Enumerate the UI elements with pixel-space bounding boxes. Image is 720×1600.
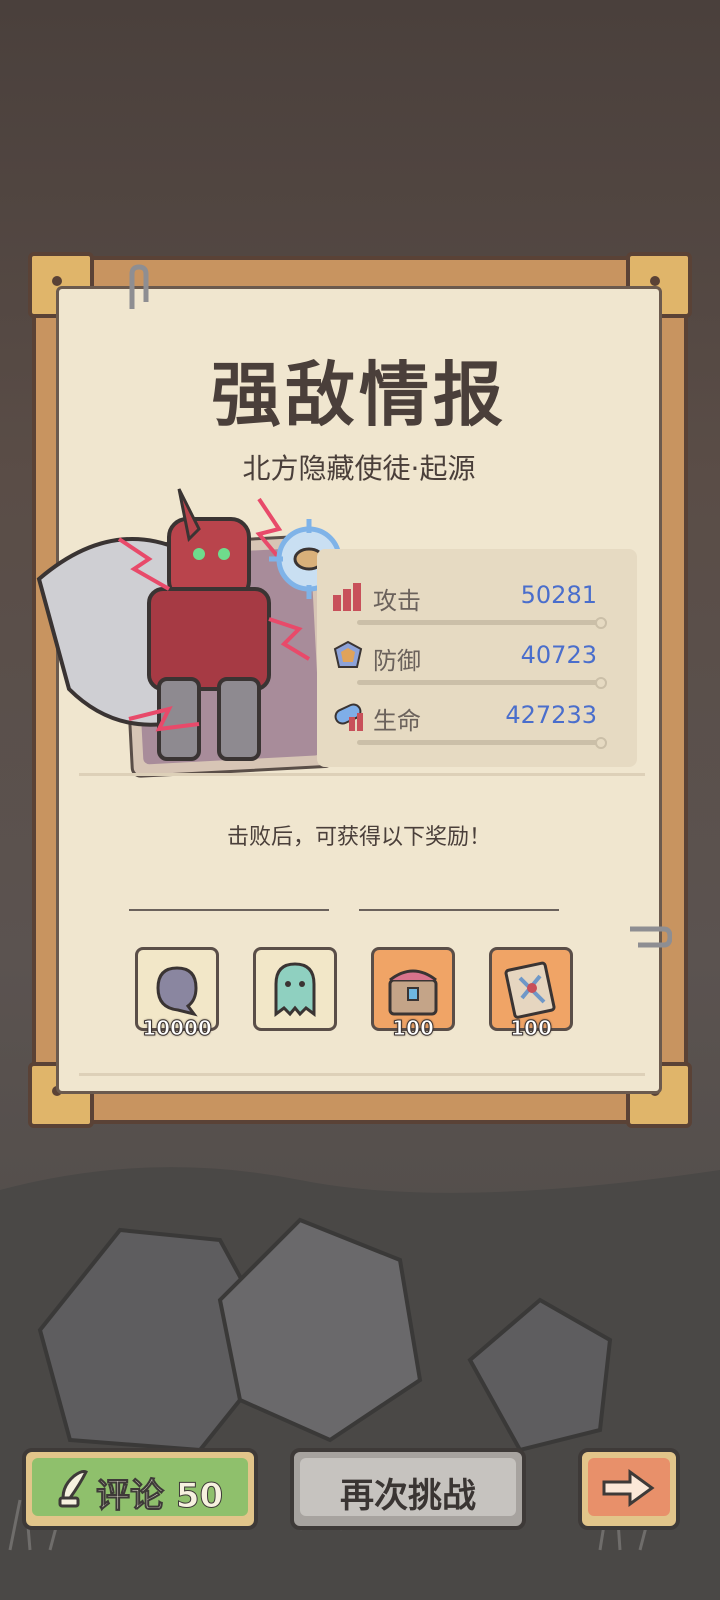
stat-attack: 攻击 50281 (317, 569, 637, 629)
retry-button-label: 再次挑战 (340, 1476, 476, 1516)
paper-clip-icon (630, 926, 672, 948)
health-stat-icon (334, 703, 363, 731)
comment-button-label: 评论 50 (96, 1476, 224, 1517)
arrow-right-icon (602, 1469, 655, 1507)
retry-button[interactable]: 再次挑战 (290, 1448, 526, 1530)
stat-value: 427233 (505, 701, 597, 729)
reward-count: 10000 (142, 1016, 213, 1041)
reward-underline (129, 909, 329, 911)
rocky-background (0, 1167, 720, 1600)
panel-title: 强敌情报 (211, 354, 507, 436)
purple-soul-icon (156, 966, 198, 1017)
blueprint-scroll-icon (504, 961, 556, 1019)
comment-button[interactable]: 评论 50 (22, 1448, 258, 1530)
section-divider (79, 1073, 645, 1076)
section-divider (79, 773, 645, 776)
treasure-chest-icon (388, 969, 438, 1016)
defense-stat-icon (333, 640, 363, 668)
reward-count: 100 (392, 1016, 435, 1041)
reward-slot-1[interactable]: 10000 (135, 947, 219, 1041)
reward-underline (359, 909, 559, 911)
reward-slot-4[interactable]: 100 (489, 947, 573, 1041)
stat-label: 生命 (373, 707, 421, 735)
reward-count: 100 (510, 1016, 553, 1041)
enemy-info-board: 强敌情报 北方隐藏使徒·起源 攻击 50281 防御 40723 生命 4272… (28, 252, 692, 1128)
enemy-robot-image (36, 488, 311, 761)
reward-caption: 击败后，可获得以下奖励！ (226, 825, 491, 850)
stat-value: 40723 (520, 641, 597, 669)
attack-stat-icon (333, 583, 361, 611)
info-paper: 强敌情报 北方隐藏使徒·起源 攻击 50281 防御 40723 生命 4272… (36, 286, 662, 1094)
reward-slot-3[interactable]: 100 (371, 947, 455, 1041)
stat-defense: 防御 40723 (317, 629, 637, 689)
stat-health: 生命 427233 (317, 689, 637, 749)
next-button[interactable] (578, 1448, 680, 1530)
stat-value: 50281 (520, 581, 597, 609)
paper-clip-icon (129, 264, 149, 309)
stats-panel: 攻击 50281 防御 40723 生命 427233 (317, 549, 637, 767)
stat-label: 防御 (373, 647, 421, 675)
reward-slot-2[interactable] (253, 947, 337, 1031)
stat-label: 攻击 (373, 587, 421, 615)
green-ghost-icon (274, 962, 316, 1017)
quill-pen-icon (58, 1470, 89, 1508)
